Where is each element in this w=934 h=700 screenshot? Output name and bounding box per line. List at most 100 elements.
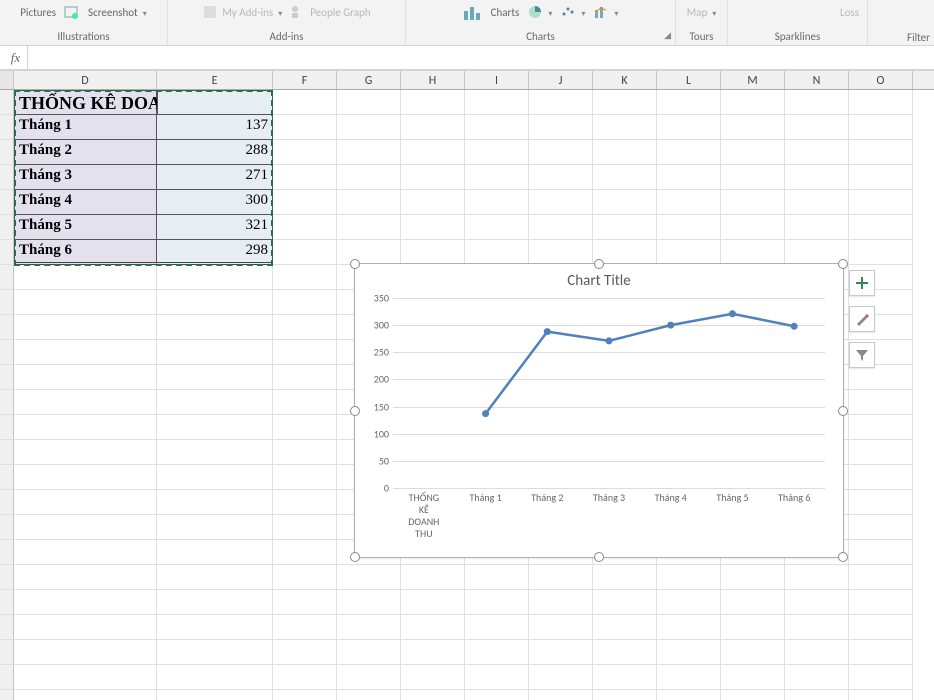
cell[interactable] xyxy=(465,140,529,165)
online-pictures-icon[interactable] xyxy=(64,4,80,20)
cell[interactable] xyxy=(401,90,465,115)
cell[interactable] xyxy=(785,565,849,590)
cell[interactable] xyxy=(14,540,157,565)
cell[interactable] xyxy=(849,615,913,640)
cell[interactable] xyxy=(593,140,657,165)
col-header[interactable]: F xyxy=(273,71,337,89)
select-all-corner[interactable] xyxy=(0,71,14,89)
cell[interactable] xyxy=(593,590,657,615)
cell[interactable] xyxy=(529,690,593,700)
cell[interactable] xyxy=(849,415,913,440)
cell[interactable] xyxy=(273,665,337,690)
cell[interactable] xyxy=(337,565,401,590)
cell[interactable] xyxy=(337,640,401,665)
cell[interactable] xyxy=(337,590,401,615)
col-header[interactable]: H xyxy=(401,71,465,89)
cell[interactable] xyxy=(849,490,913,515)
cell[interactable] xyxy=(529,640,593,665)
cell[interactable] xyxy=(157,365,273,390)
cell[interactable] xyxy=(849,190,913,215)
cell[interactable] xyxy=(657,690,721,700)
embedded-chart[interactable]: Chart Title 050100150200250300350 THỐNGK… xyxy=(354,263,844,558)
cell[interactable] xyxy=(593,165,657,190)
cell[interactable] xyxy=(157,490,273,515)
cell[interactable] xyxy=(157,565,273,590)
cell[interactable] xyxy=(401,615,465,640)
cell[interactable] xyxy=(721,640,785,665)
cell[interactable] xyxy=(401,165,465,190)
cell[interactable] xyxy=(401,240,465,265)
cell[interactable] xyxy=(849,690,913,700)
cell[interactable]: Tháng 3 xyxy=(14,165,157,190)
cell[interactable] xyxy=(657,590,721,615)
scatter-chart-icon[interactable] xyxy=(560,4,585,20)
pictures-button[interactable]: Pictures xyxy=(20,6,56,19)
cell[interactable] xyxy=(849,465,913,490)
cell[interactable] xyxy=(593,690,657,700)
cell[interactable] xyxy=(273,340,337,365)
cell[interactable] xyxy=(785,165,849,190)
cell[interactable] xyxy=(157,315,273,340)
cell[interactable] xyxy=(593,665,657,690)
cell[interactable] xyxy=(849,665,913,690)
cell[interactable] xyxy=(721,615,785,640)
cell[interactable] xyxy=(721,90,785,115)
cell[interactable] xyxy=(785,140,849,165)
col-header[interactable]: M xyxy=(721,71,785,89)
cell[interactable] xyxy=(721,565,785,590)
pie-chart-icon[interactable] xyxy=(527,4,552,20)
cell[interactable] xyxy=(849,240,913,265)
cell[interactable] xyxy=(401,640,465,665)
cell[interactable] xyxy=(157,665,273,690)
worksheet-grid[interactable]: D E F G H I J K L M N O THỐNG KÊ DOANH T… xyxy=(0,70,934,700)
cell[interactable] xyxy=(273,490,337,515)
cell[interactable] xyxy=(273,640,337,665)
cell[interactable] xyxy=(721,215,785,240)
cell[interactable] xyxy=(785,115,849,140)
cell[interactable] xyxy=(849,390,913,415)
cell[interactable] xyxy=(273,615,337,640)
cell[interactable] xyxy=(785,190,849,215)
cell[interactable] xyxy=(849,515,913,540)
cell[interactable] xyxy=(849,565,913,590)
cell[interactable] xyxy=(273,165,337,190)
dialog-launcher-icon[interactable]: ◢ xyxy=(664,30,671,41)
people-graph-button[interactable]: People Graph xyxy=(290,4,370,20)
cell[interactable]: Tháng 1 xyxy=(14,115,157,140)
cell[interactable] xyxy=(785,665,849,690)
cell[interactable] xyxy=(14,465,157,490)
cell[interactable] xyxy=(529,665,593,690)
cell[interactable] xyxy=(273,265,337,290)
cell[interactable] xyxy=(785,690,849,700)
cell[interactable] xyxy=(849,115,913,140)
cell[interactable] xyxy=(721,165,785,190)
cell[interactable] xyxy=(529,165,593,190)
cell[interactable] xyxy=(157,690,273,700)
cell[interactable] xyxy=(657,665,721,690)
cell[interactable] xyxy=(657,140,721,165)
recommended-charts-button[interactable]: Charts xyxy=(463,3,520,21)
col-header[interactable]: N xyxy=(785,71,849,89)
cell[interactable] xyxy=(465,240,529,265)
cell[interactable] xyxy=(157,465,273,490)
cell[interactable] xyxy=(157,515,273,540)
cell[interactable] xyxy=(529,115,593,140)
cell[interactable] xyxy=(14,315,157,340)
cell[interactable] xyxy=(465,115,529,140)
cell[interactable] xyxy=(465,615,529,640)
cell[interactable] xyxy=(273,365,337,390)
cell[interactable] xyxy=(273,465,337,490)
cell[interactable] xyxy=(785,615,849,640)
cell[interactable] xyxy=(465,90,529,115)
cell[interactable] xyxy=(14,440,157,465)
cell[interactable] xyxy=(401,590,465,615)
cell[interactable] xyxy=(273,590,337,615)
cell[interactable] xyxy=(14,365,157,390)
cell[interactable] xyxy=(273,440,337,465)
cell[interactable] xyxy=(529,240,593,265)
cell[interactable] xyxy=(337,115,401,140)
cell[interactable] xyxy=(337,690,401,700)
my-addins-button[interactable]: My Add-ins xyxy=(202,4,282,20)
cell[interactable] xyxy=(465,640,529,665)
cell[interactable] xyxy=(157,540,273,565)
